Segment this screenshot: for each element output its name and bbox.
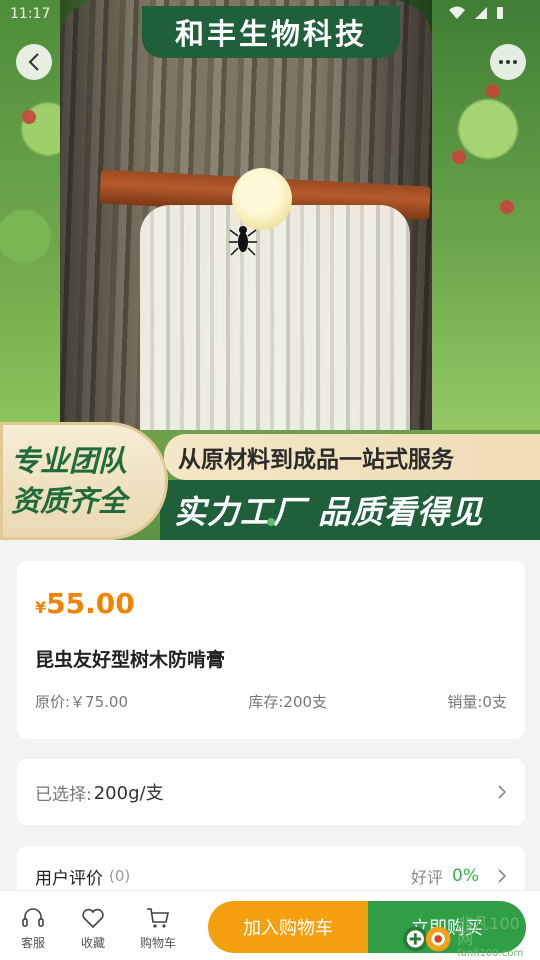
company-title: 和丰生物科技 bbox=[142, 6, 400, 58]
status-icons bbox=[448, 6, 504, 20]
add-to-cart-button[interactable]: 加入购物车 bbox=[208, 901, 368, 953]
insect-icon bbox=[229, 226, 257, 256]
reviews-count: (0) bbox=[109, 867, 131, 885]
watermark-text: 非凡100网 fanfi100.com bbox=[457, 913, 532, 960]
battery-icon bbox=[497, 7, 503, 19]
price-card: ¥55.00 昆虫友好型树木防啃膏 原价:￥75.00 库存:200支 销量:0… bbox=[17, 561, 525, 739]
heart-icon bbox=[82, 908, 104, 929]
chevron-left-icon bbox=[28, 53, 39, 71]
more-button[interactable] bbox=[490, 44, 526, 80]
apple-decoration bbox=[500, 200, 514, 214]
qualification-badge: 专业团队 资质齐全 bbox=[0, 422, 168, 540]
cart-label: 购物车 bbox=[139, 936, 176, 950]
favorite-button[interactable]: 收藏 bbox=[68, 905, 118, 951]
apple-decoration bbox=[22, 110, 36, 124]
apple-decoration bbox=[452, 150, 466, 164]
product-name: 昆虫友好型树木防啃膏 bbox=[35, 649, 226, 671]
cart-button[interactable]: 购物车 bbox=[133, 905, 183, 951]
stock: 库存:200支 bbox=[248, 693, 328, 711]
product-meta: 原价:￥75.00 库存:200支 销量:0支 bbox=[35, 691, 507, 712]
more-dots-icon bbox=[499, 60, 517, 64]
spec-label: 已选择: bbox=[35, 784, 92, 805]
white-paste-coating bbox=[140, 205, 410, 430]
watermark-url: fanfi100.com bbox=[457, 947, 524, 959]
chevron-right-icon bbox=[498, 869, 507, 883]
sales: 销量:0支 bbox=[447, 693, 507, 711]
product-image-banner[interactable]: 11:17 和丰生物科技 从原材料到成品一站式服务 实力工厂 品质看得见 专业团… bbox=[0, 0, 540, 540]
site-watermark: 非凡100网 fanfi100.com bbox=[402, 913, 532, 960]
good-rate-label: 好评 bbox=[410, 868, 443, 887]
signal-icon bbox=[475, 7, 487, 19]
chevron-right-icon bbox=[498, 785, 507, 799]
wifi-icon bbox=[449, 6, 465, 19]
favorite-label: 收藏 bbox=[80, 936, 105, 950]
currency-symbol: ¥ bbox=[35, 598, 47, 617]
watermark-logo-icon bbox=[402, 926, 451, 952]
status-time: 11:17 bbox=[10, 6, 51, 22]
watermark-title: 非凡100网 bbox=[457, 913, 520, 948]
original-price: 原价:￥75.00 bbox=[35, 693, 128, 711]
carousel-indicator[interactable] bbox=[267, 518, 275, 526]
back-button[interactable] bbox=[16, 44, 52, 80]
slogan-top: 从原材料到成品一站式服务 bbox=[164, 434, 540, 480]
price: ¥55.00 bbox=[35, 587, 135, 620]
service-button[interactable]: 客服 bbox=[8, 905, 58, 951]
badge-line1: 专业团队 bbox=[11, 444, 128, 478]
service-label: 客服 bbox=[20, 936, 45, 950]
reviews-title: 用户评价 bbox=[35, 868, 103, 889]
good-rate-value: 0% bbox=[452, 866, 479, 886]
spec-value: 200g/支 bbox=[93, 783, 164, 804]
slogan-bottom: 实力工厂 品质看得见 bbox=[160, 480, 540, 540]
price-value: 55.00 bbox=[46, 587, 135, 620]
badge-line2: 资质齐全 bbox=[11, 484, 128, 518]
cart-icon bbox=[147, 908, 169, 928]
apple-decoration bbox=[486, 84, 500, 98]
headset-icon bbox=[22, 908, 44, 927]
spec-selector[interactable]: 已选择: 200g/支 bbox=[17, 759, 525, 825]
